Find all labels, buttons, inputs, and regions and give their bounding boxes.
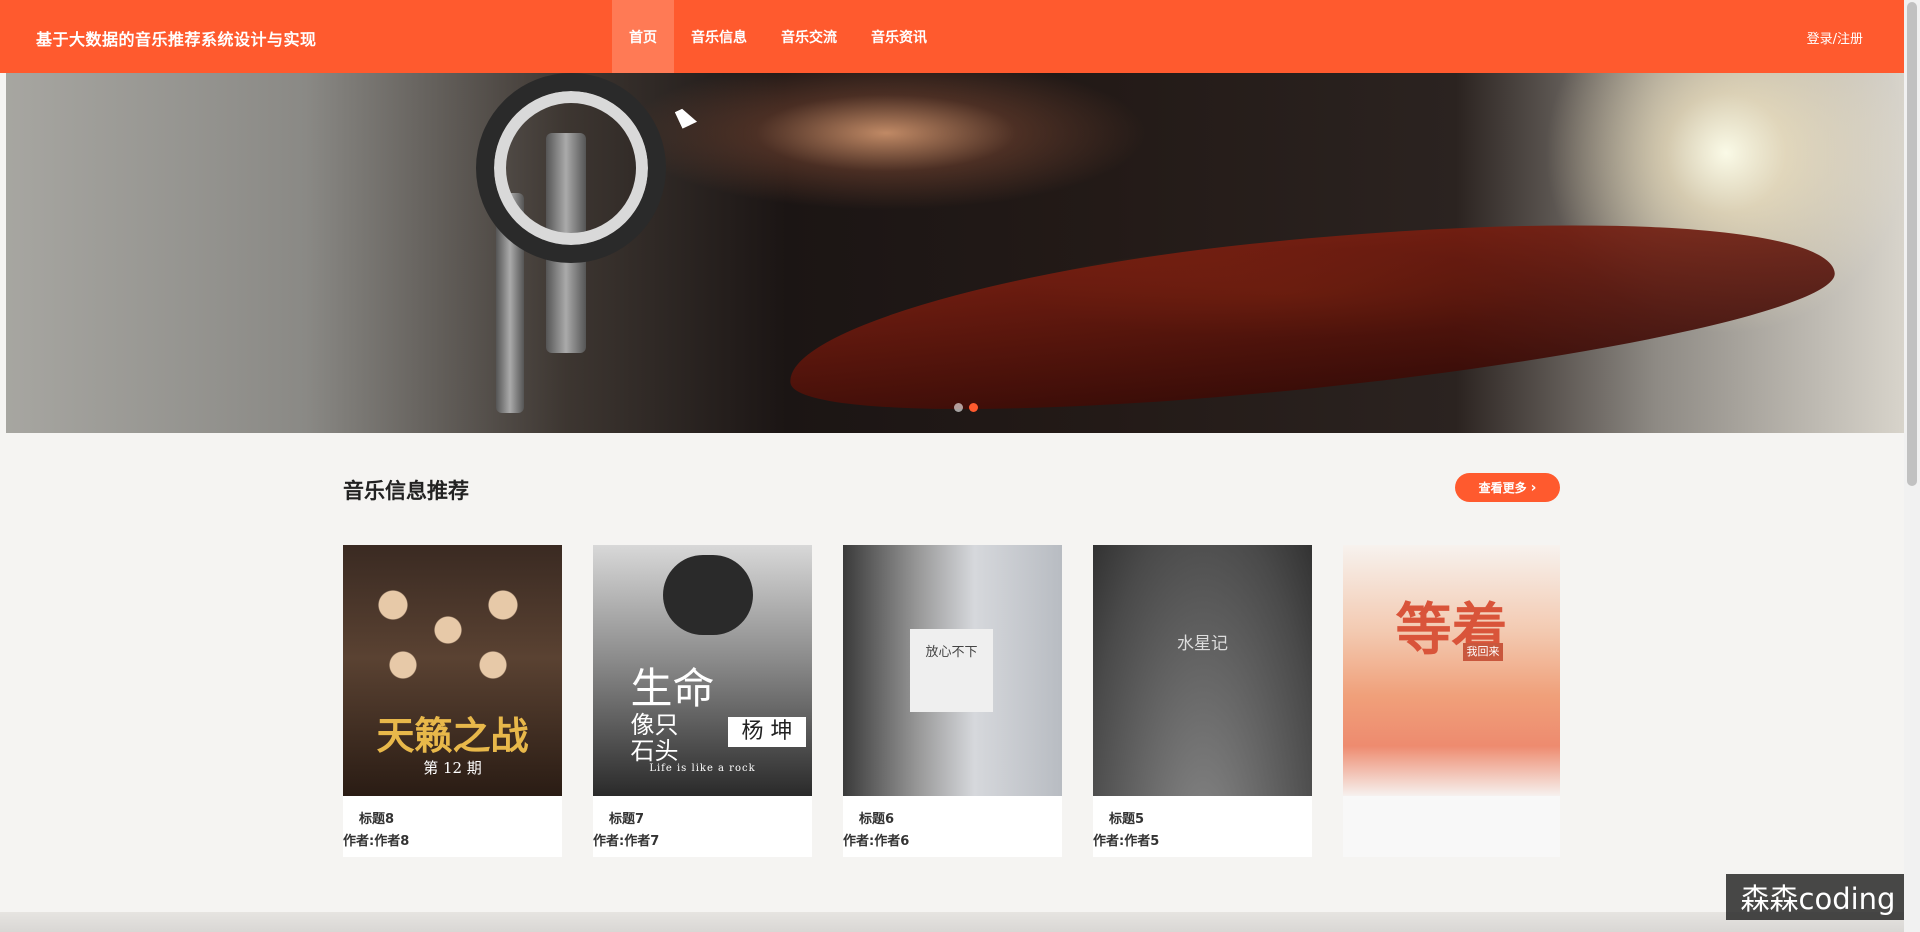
card-author: 作者:作者6 [843,834,910,849]
card-title: 标题6 [859,812,895,827]
top-navbar: 基于大数据的音乐推荐系统设计与实现 首页 音乐信息 音乐交流 音乐资讯 登录/注… [0,0,1904,73]
cover-caption: Life is like a rock [649,763,756,774]
cover-title-text: 等着 [1395,597,1508,663]
card-title: 标题8 [359,812,395,827]
cover-artwork [363,575,543,725]
cover-title-text: 水星记 [1177,634,1228,654]
album-cover: 放心不下 [843,545,1062,796]
cover-title-text: 天籁之战 [376,713,529,758]
view-more-button[interactable]: 查看更多 › [1455,473,1560,502]
music-card[interactable]: 生命 像只 石头 杨 坤 Life is like a rock 标题7 作者:… [593,545,812,857]
nav-music-info[interactable]: 音乐信息 [674,0,764,73]
music-recommend-list: 天籁之战 第 12 期 标题8 作者:作者8 生命 像只 石头 杨 坤 Life… [343,545,1560,857]
card-author: 作者:作者5 [1093,834,1160,849]
album-cover: 生命 像只 石头 杨 坤 Life is like a rock [593,545,812,796]
card-title: 标题7 [609,812,645,827]
card-author: 作者:作者7 [593,834,660,849]
album-cover: 等着 我回来 [1343,545,1560,796]
carousel-dot-1[interactable] [954,403,963,412]
music-card[interactable]: 放心不下 标题6 作者:作者6 [843,545,1062,857]
music-card[interactable]: 等着 我回来 [1343,545,1560,857]
carousel-dot-2[interactable] [969,403,978,412]
card-title: 标题5 [1109,812,1145,827]
nav-music-forum[interactable]: 音乐交流 [764,0,854,73]
section-title: 音乐信息推荐 [343,479,469,503]
cover-label-box: 放心不下 [910,629,993,712]
cover-artist-label: 杨 坤 [728,717,806,747]
album-cover: 天籁之战 第 12 期 [343,545,562,796]
page: 基于大数据的音乐推荐系统设计与实现 首页 音乐信息 音乐交流 音乐资讯 登录/注… [0,0,1920,932]
card-author: 作者:作者8 [343,834,410,849]
nav-music-news[interactable]: 音乐资讯 [854,0,944,73]
banner-headphone-graphic [476,73,666,263]
carousel-indicators [954,403,978,412]
cover-artwork [663,555,753,635]
cover-title-text: 放心不下 [925,645,978,660]
scrollbar-thumb[interactable] [1907,2,1917,486]
banner-violin-graphic [781,183,1841,433]
next-section-edge [0,912,1904,932]
music-card[interactable]: 天籁之战 第 12 期 标题8 作者:作者8 [343,545,562,857]
chevron-right-icon: › [1530,479,1537,496]
site-title[interactable]: 基于大数据的音乐推荐系统设计与实现 [36,26,317,50]
login-register-link[interactable]: 登录/注册 [1807,28,1863,47]
view-more-label: 查看更多 [1478,481,1527,495]
hero-banner-carousel[interactable] [6,73,1904,433]
album-cover: 水星记 [1093,545,1312,796]
watermark: 森森coding [1726,874,1910,920]
nav-home[interactable]: 首页 [612,0,674,73]
page-scrollbar[interactable] [1904,0,1920,932]
main-nav: 首页 音乐信息 音乐交流 音乐资讯 [612,0,944,73]
cover-subtitle-text: 第 12 期 [423,759,482,777]
music-card[interactable]: 水星记 标题5 作者:作者5 [1093,545,1312,857]
cover-subtitle-text: 我回来 [1463,643,1503,661]
